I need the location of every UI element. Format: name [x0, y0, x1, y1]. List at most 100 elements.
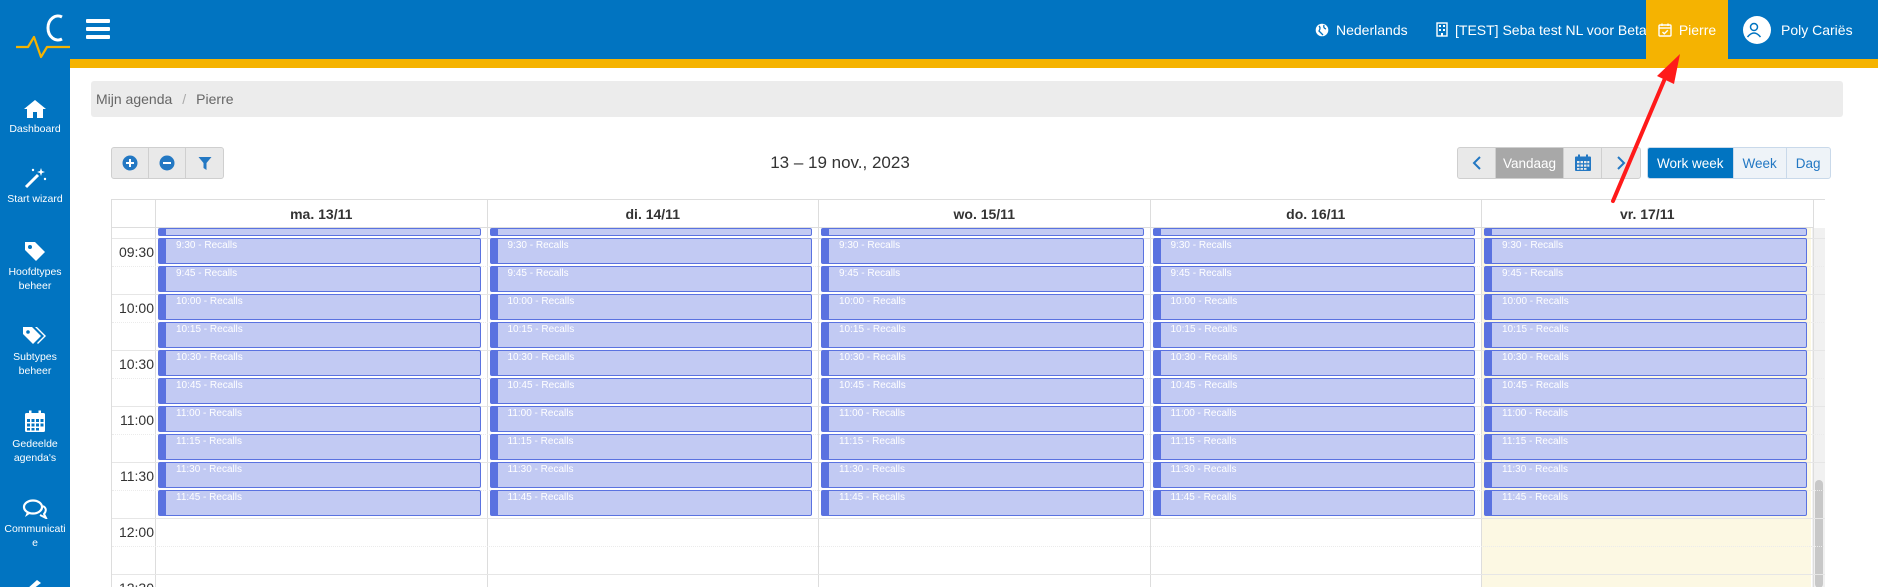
agenda-label: Pierre — [1678, 21, 1717, 38]
time-label: 11:30 — [120, 468, 154, 484]
calendar-event-partial[interactable] — [1484, 228, 1807, 236]
view-work-week-button[interactable]: Work week — [1648, 148, 1734, 178]
filter-icon — [198, 156, 211, 170]
calendar-event[interactable]: 9:30 - Recalls — [1152, 238, 1475, 264]
calendar-event[interactable]: 10:00 - Recalls — [1484, 294, 1807, 320]
sidebar-item-start-wizard[interactable]: Start wizard — [0, 167, 70, 206]
sidebar: Dashboard Start wizard Hoofdtypes beheer — [0, 59, 70, 587]
calendar-event[interactable]: 10:00 - Recalls — [821, 294, 1144, 320]
calendar-event[interactable]: 9:30 - Recalls — [821, 238, 1144, 264]
calendar-event[interactable]: 11:30 - Recalls — [489, 462, 812, 488]
day-header[interactable]: wo. 15/11 — [819, 200, 1151, 228]
calendar-event[interactable]: 10:00 - Recalls — [158, 294, 481, 320]
calendar-event[interactable]: 10:45 - Recalls — [489, 378, 812, 404]
agenda-selector[interactable]: Pierre — [1646, 0, 1728, 59]
calendar-event[interactable]: 10:30 - Recalls — [821, 350, 1144, 376]
calendar-event[interactable]: 9:30 - Recalls — [1484, 238, 1807, 264]
calendar-event[interactable]: 9:45 - Recalls — [1152, 266, 1475, 292]
calendar-event[interactable]: 10:00 - Recalls — [1152, 294, 1475, 320]
filter-button[interactable] — [186, 148, 223, 178]
remove-button[interactable] — [149, 148, 186, 178]
calendar-event[interactable]: 9:45 - Recalls — [158, 266, 481, 292]
language-label: Nederlands — [1336, 21, 1408, 38]
calendar-event[interactable]: 9:45 - Recalls — [489, 266, 812, 292]
calendar-event[interactable]: 9:45 - Recalls — [821, 266, 1144, 292]
today-button[interactable]: Vandaag — [1496, 148, 1564, 178]
calendar-event[interactable]: 9:45 - Recalls — [1484, 266, 1807, 292]
calendar-event[interactable]: 11:30 - Recalls — [158, 462, 481, 488]
calendar-event[interactable]: 11:15 - Recalls — [1484, 434, 1807, 460]
calendar-event[interactable]: 11:00 - Recalls — [489, 406, 812, 432]
calendar-event[interactable]: 11:30 - Recalls — [1152, 462, 1475, 488]
calendar-event-partial[interactable] — [489, 228, 812, 236]
sidebar-item-label: Communicatie — [4, 523, 66, 549]
calendar-event[interactable]: 10:30 - Recalls — [1152, 350, 1475, 376]
day-header[interactable]: do. 16/11 — [1150, 200, 1482, 228]
calendar-event[interactable]: 10:00 - Recalls — [489, 294, 812, 320]
calendar-event[interactable]: 11:45 - Recalls — [1152, 490, 1475, 516]
calendar-event[interactable]: 10:30 - Recalls — [489, 350, 812, 376]
calendar-event[interactable]: 11:45 - Recalls — [821, 490, 1144, 516]
sidebar-item-subtypes[interactable]: Subtypes beheer — [0, 325, 70, 378]
previous-button[interactable] — [1458, 148, 1496, 178]
organization-selector[interactable]: [TEST] Seba test NL voor Beta — [1436, 0, 1647, 59]
calendar-event[interactable]: 11:45 - Recalls — [158, 490, 481, 516]
calendar-event[interactable]: 10:45 - Recalls — [821, 378, 1144, 404]
calendar-event[interactable]: 10:45 - Recalls — [1152, 378, 1475, 404]
calendar-event[interactable]: 11:00 - Recalls — [1152, 406, 1475, 432]
time-label: 10:30 — [118, 356, 154, 372]
calendar-event[interactable]: 11:15 - Recalls — [1152, 434, 1475, 460]
calendar-event[interactable]: 11:30 - Recalls — [1484, 462, 1807, 488]
calendar-event-partial[interactable] — [821, 228, 1144, 236]
calendar-event[interactable]: 11:00 - Recalls — [1484, 406, 1807, 432]
date-picker-button[interactable] — [1564, 148, 1602, 178]
date-navigation: Vandaag — [1457, 147, 1641, 179]
calendar-event[interactable]: 9:30 - Recalls — [489, 238, 812, 264]
calendar-event-partial[interactable] — [1152, 228, 1475, 236]
view-day-button[interactable]: Dag — [1787, 148, 1830, 178]
calendar-event[interactable]: 11:00 - Recalls — [821, 406, 1144, 432]
calendar-event[interactable]: 11:45 - Recalls — [1484, 490, 1807, 516]
calendar-scrollbar-thumb[interactable] — [1815, 480, 1823, 587]
sidebar-item-communicatie[interactable]: Communicatie — [0, 499, 70, 550]
sidebar-item-label: Gedeelde agenda's — [12, 438, 58, 464]
calendar-event[interactable]: 11:15 - Recalls — [158, 434, 481, 460]
calendar-event[interactable]: 11:15 - Recalls — [489, 434, 812, 460]
sidebar-item-hoofdtypes[interactable]: Hoofdtypes beheer — [0, 240, 70, 293]
language-selector[interactable]: Nederlands — [1315, 0, 1408, 59]
menu-toggle-icon[interactable] — [86, 19, 110, 39]
day-column-divider — [1149, 228, 1151, 587]
calendar-event[interactable]: 11:30 - Recalls — [821, 462, 1144, 488]
date-range-title: 13 – 19 nov., 2023 — [770, 153, 910, 172]
day-header[interactable]: di. 14/11 — [487, 200, 819, 228]
calendar-event[interactable]: 10:15 - Recalls — [158, 322, 481, 348]
calendar-event[interactable]: 10:30 - Recalls — [158, 350, 481, 376]
calendar-event[interactable]: 10:45 - Recalls — [1484, 378, 1807, 404]
calendar-event[interactable]: 10:15 - Recalls — [821, 322, 1144, 348]
sidebar-item-gedeelde-agendas[interactable]: Gedeelde agenda's — [0, 410, 70, 465]
day-header[interactable]: vr. 17/11 — [1482, 200, 1814, 228]
add-button[interactable] — [112, 148, 149, 178]
day-header[interactable]: ma. 13/11 — [156, 200, 488, 228]
breadcrumb-item-mijn-agenda[interactable]: Mijn agenda — [96, 91, 172, 107]
user-menu[interactable]: Poly Cariës — [1743, 0, 1853, 59]
view-week-button[interactable]: Week — [1734, 148, 1787, 178]
app-root: Nederlands [TEST] Seba test NL voor Beta… — [0, 0, 1878, 587]
sidebar-item-label: Dashboard — [9, 123, 61, 135]
calendar-grid: ma. 13/11 di. 14/11 wo. 15/11 do. 16/11 vr. … — [111, 199, 1825, 587]
calendar-event[interactable]: 10:15 - Recalls — [1484, 322, 1807, 348]
sidebar-item-dashboard[interactable]: Dashboard — [0, 99, 70, 136]
calendar-event[interactable]: 11:45 - Recalls — [489, 490, 812, 516]
next-button[interactable] — [1602, 148, 1640, 178]
calendar-icon — [1574, 154, 1591, 171]
calendar-event-partial[interactable] — [158, 228, 481, 236]
calendar-event[interactable]: 10:15 - Recalls — [1152, 322, 1475, 348]
calendar-event[interactable]: 10:15 - Recalls — [489, 322, 812, 348]
calendar-event[interactable]: 11:00 - Recalls — [158, 406, 481, 432]
breadcrumb-separator: / — [182, 91, 187, 107]
chat-icon — [22, 499, 48, 519]
calendar-event[interactable]: 9:30 - Recalls — [158, 238, 481, 264]
calendar-event[interactable]: 11:15 - Recalls — [821, 434, 1144, 460]
calendar-event[interactable]: 10:30 - Recalls — [1484, 350, 1807, 376]
calendar-event[interactable]: 10:45 - Recalls — [158, 378, 481, 404]
